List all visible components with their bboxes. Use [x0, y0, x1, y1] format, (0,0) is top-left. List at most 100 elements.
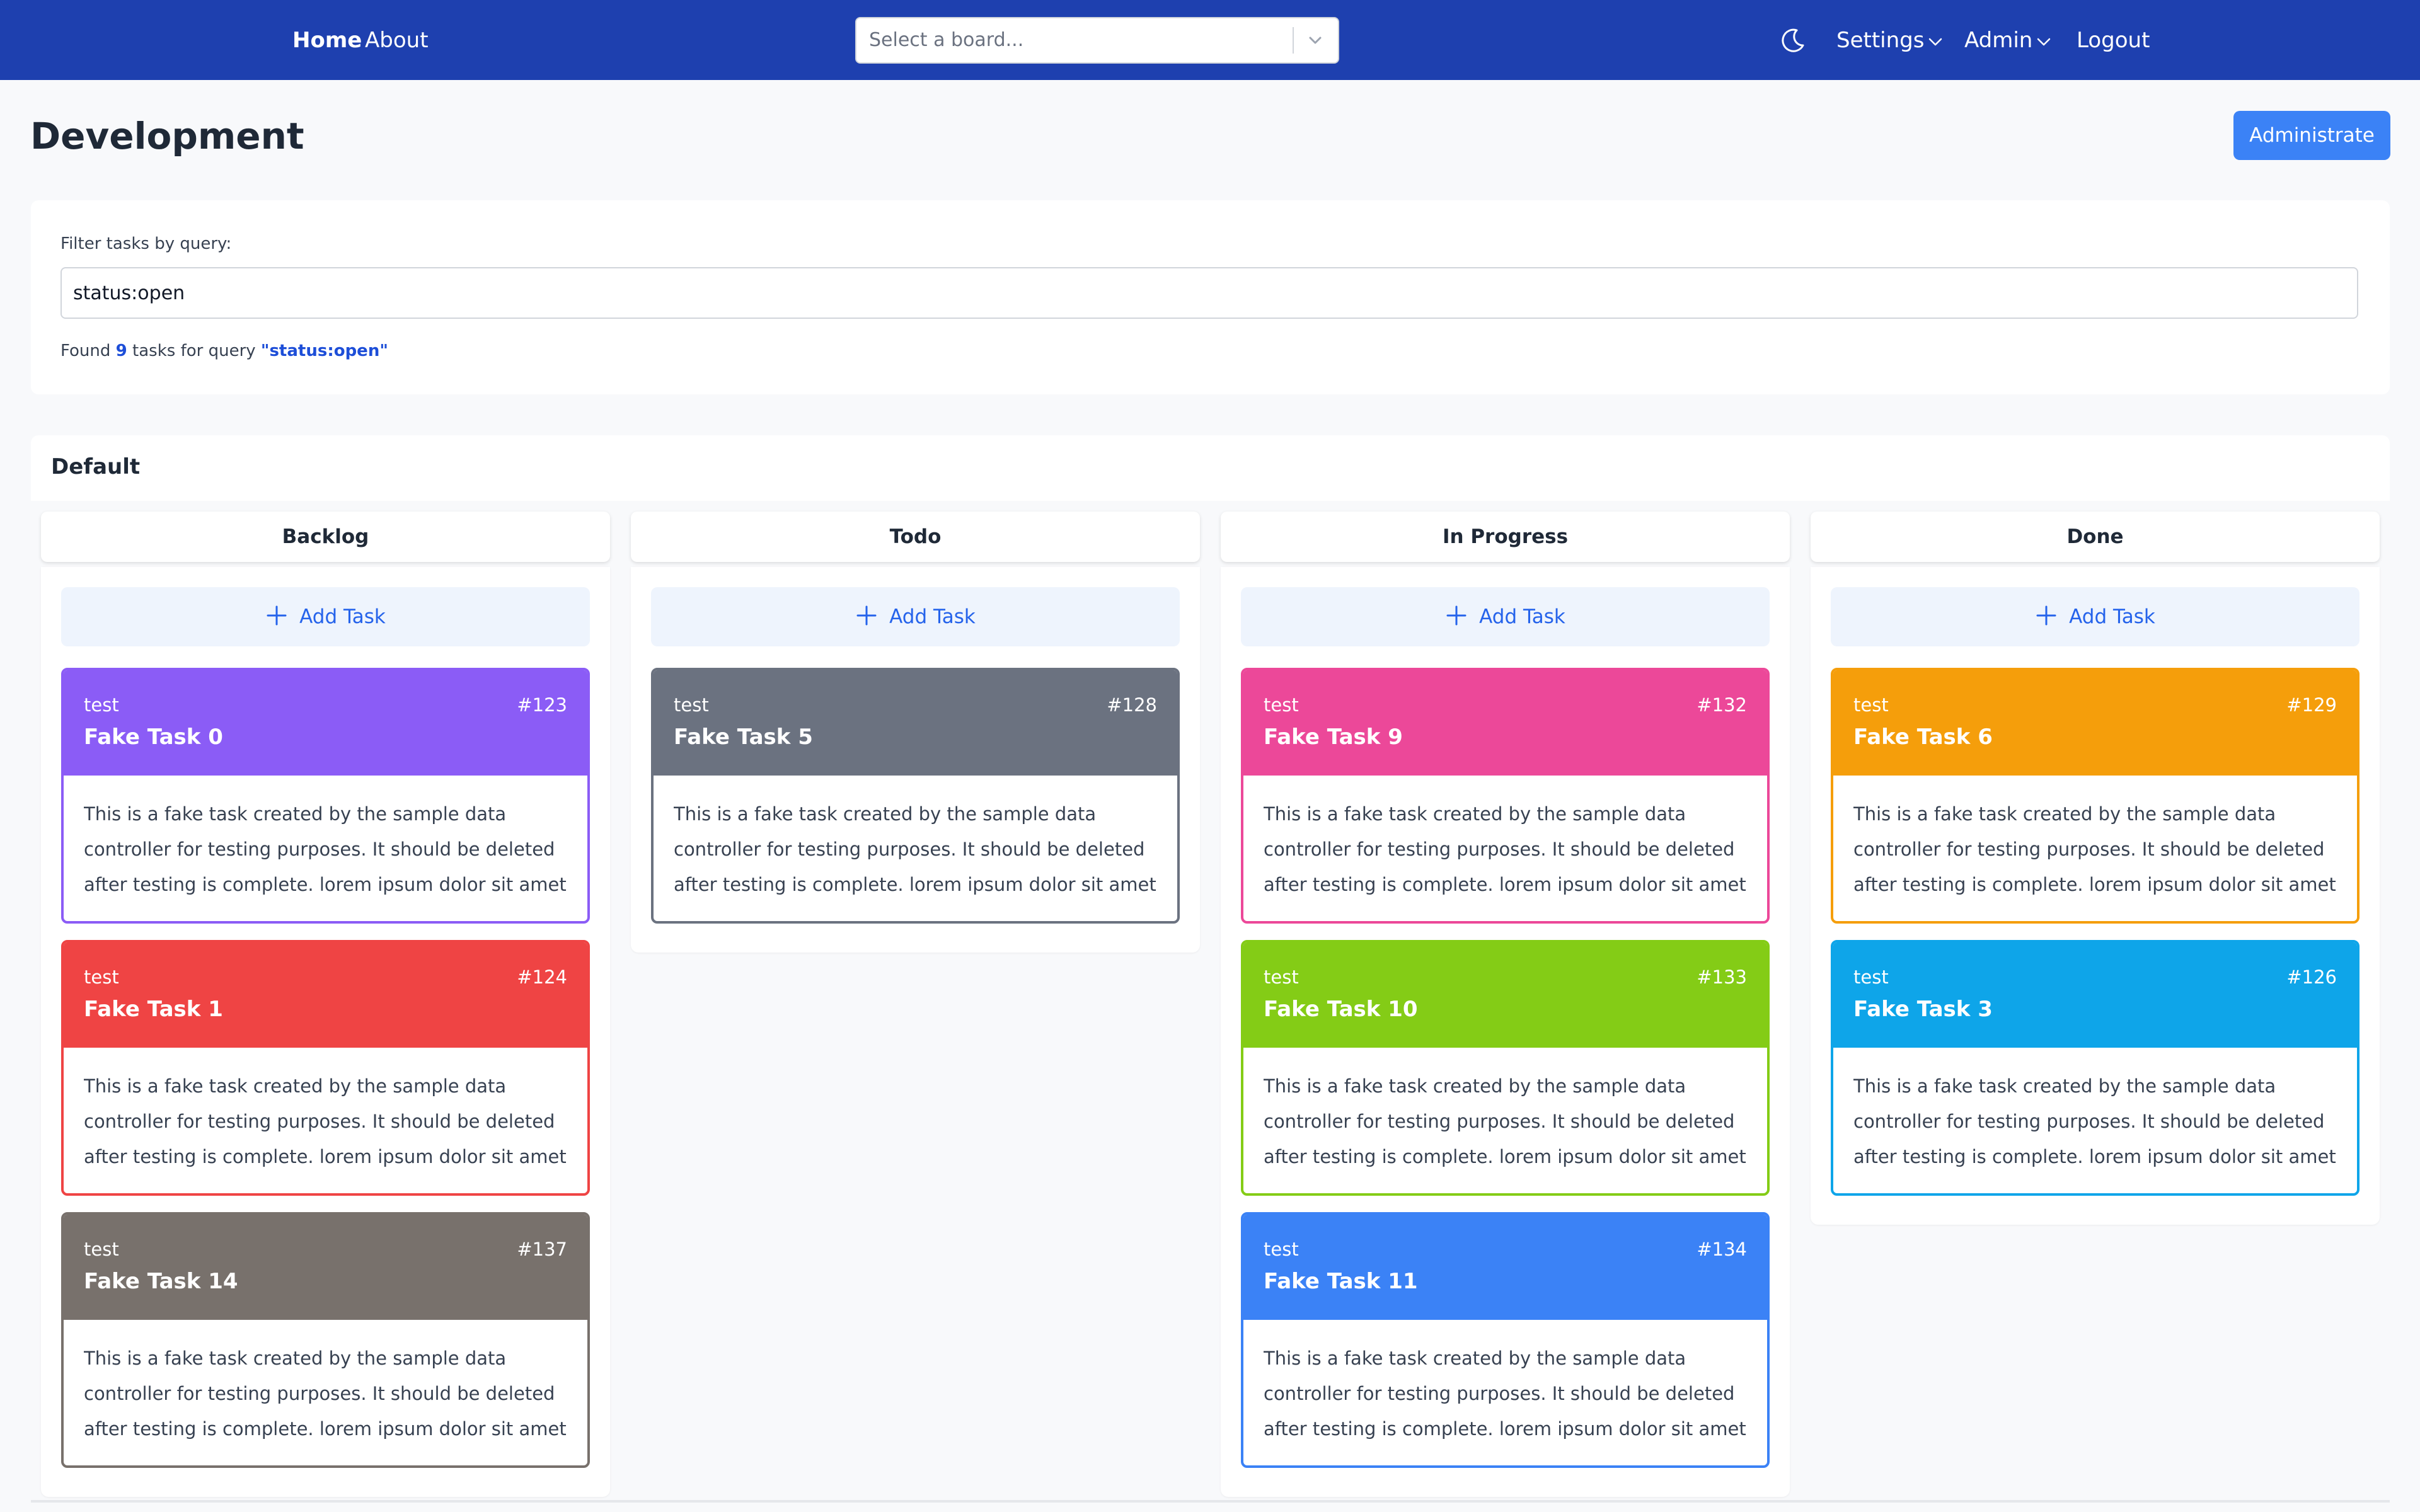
nav-logout-link[interactable]: Logout	[2077, 25, 2150, 55]
task-card-header: test #123 Fake Task 0	[64, 670, 587, 776]
task-label: test	[84, 1239, 119, 1260]
task-number: #123	[517, 694, 567, 716]
task-number: #129	[2286, 694, 2337, 716]
column-header-todo: Todo	[631, 512, 1200, 562]
plus-icon	[267, 605, 287, 626]
task-number: #137	[517, 1239, 567, 1260]
task-card-header: test #128 Fake Task 5	[654, 670, 1177, 776]
task-title: Fake Task 10	[1264, 997, 1418, 1022]
task-card[interactable]: test #133 Fake Task 10 This is a fake task …	[1241, 940, 1770, 1196]
task-card-header: test #137 Fake Task 14	[64, 1215, 587, 1320]
task-label: test	[1853, 694, 1889, 716]
task-title: Fake Task 9	[1264, 724, 1403, 750]
task-label: test	[1264, 1239, 1299, 1260]
filter-result-prefix: Found	[60, 341, 111, 360]
task-description: This is a fake task created by the sampl…	[84, 1348, 567, 1440]
task-card-header: test #134 Fake Task 11	[1243, 1215, 1767, 1320]
task-description: This is a fake task created by the sampl…	[1264, 803, 1746, 895]
plus-icon	[1446, 605, 1466, 626]
task-card-header: test #132 Fake Task 9	[1243, 670, 1767, 776]
administrate-button[interactable]: Administrate	[2233, 111, 2390, 160]
nav-about-link[interactable]: About	[365, 25, 429, 55]
task-number: #132	[1697, 694, 1747, 716]
nav-settings-label: Settings	[1836, 28, 1925, 53]
column-todo: Add Task test #128 Fake Task 5 This is a fak…	[631, 567, 1200, 953]
task-title: Fake Task 11	[1264, 1269, 1418, 1294]
page-title: Development	[30, 115, 304, 158]
column-header-backlog: Backlog	[41, 512, 610, 562]
task-label: test	[84, 966, 119, 988]
task-card[interactable]: test #129 Fake Task 6 This is a fake task c…	[1831, 668, 2360, 924]
task-card-header: test #124 Fake Task 1	[64, 942, 587, 1048]
nav-admin-dropdown[interactable]: Admin	[1964, 25, 2053, 55]
board-select[interactable]: Select a board...	[855, 17, 1339, 64]
task-card[interactable]: test #134 Fake Task 11 This is a fake task …	[1241, 1212, 1770, 1468]
task-title: Fake Task 0	[84, 724, 223, 750]
task-description: This is a fake task created by the sampl…	[1853, 1075, 2336, 1167]
task-card-header: test #133 Fake Task 10	[1243, 942, 1767, 1048]
filter-result-count: 9	[115, 341, 127, 360]
task-number: #126	[2286, 966, 2337, 988]
task-card[interactable]: test #128 Fake Task 5 This is a fake task c…	[651, 668, 1180, 924]
add-task-button[interactable]: Add Task	[651, 587, 1180, 646]
chevron-down-icon	[2037, 38, 2051, 45]
task-card[interactable]: test #124 Fake Task 1 This is a fake task c…	[61, 940, 590, 1196]
task-card-header: test #126 Fake Task 3	[1833, 942, 2357, 1048]
task-label: test	[1853, 966, 1889, 988]
nav-settings-dropdown[interactable]: Settings	[1836, 25, 1944, 55]
task-title: Fake Task 3	[1853, 997, 1993, 1022]
column-header-in-progress: In Progress	[1221, 512, 1790, 562]
chevron-down-icon[interactable]	[1303, 27, 1328, 54]
task-title: Fake Task 6	[1853, 724, 1993, 750]
task-number: #124	[517, 966, 567, 988]
task-card[interactable]: test #137 Fake Task 14 This is a fake task …	[61, 1212, 590, 1468]
column-backlog: Add Task test #123 Fake Task 0 This is a fak…	[41, 567, 610, 1497]
filter-result-text: Found 9 tasks for query "status:open"	[60, 341, 388, 360]
board-select-placeholder: Select a board...	[869, 29, 1024, 51]
task-label: test	[1264, 966, 1299, 988]
board-select-separator	[1293, 27, 1294, 54]
task-description: This is a fake task created by the sampl…	[84, 803, 567, 895]
chevron-down-icon	[1929, 38, 1942, 45]
task-number: #128	[1107, 694, 1157, 716]
task-description: This is a fake task created by the sampl…	[1264, 1075, 1746, 1167]
task-title: Fake Task 5	[674, 724, 813, 750]
filter-query-input[interactable]	[60, 267, 2358, 319]
task-label: test	[84, 694, 119, 716]
column-done: Add Task test #129 Fake Task 6 This is a fak…	[1811, 567, 2380, 1225]
board-divider	[31, 1500, 2390, 1503]
add-task-label: Add Task	[889, 605, 976, 628]
filter-result-query: "status:open"	[260, 341, 388, 360]
task-card-header: test #129 Fake Task 6	[1833, 670, 2357, 776]
board-name: Default	[51, 454, 141, 479]
add-task-label: Add Task	[1479, 605, 1565, 628]
task-title: Fake Task 1	[84, 997, 223, 1022]
task-number: #134	[1697, 1239, 1747, 1260]
add-task-label: Add Task	[299, 605, 386, 628]
filter-panel: Filter tasks by query: Found 9 tasks for…	[31, 200, 2390, 394]
task-card[interactable]: test #123 Fake Task 0 This is a fake task c…	[61, 668, 590, 924]
task-label: test	[1264, 694, 1299, 716]
column-header-done: Done	[1811, 512, 2380, 562]
add-task-button[interactable]: Add Task	[1831, 587, 2360, 646]
task-card[interactable]: test #132 Fake Task 9 This is a fake task c…	[1241, 668, 1770, 924]
task-description: This is a fake task created by the sampl…	[674, 803, 1156, 895]
top-navbar: Home About Select a board... Settings Ad…	[0, 0, 2420, 80]
add-task-button[interactable]: Add Task	[1241, 587, 1770, 646]
task-description: This is a fake task created by the sampl…	[1853, 803, 2336, 895]
task-description: This is a fake task created by the sampl…	[1264, 1348, 1746, 1440]
task-title: Fake Task 14	[84, 1269, 238, 1294]
plus-icon	[856, 605, 877, 626]
add-task-button[interactable]: Add Task	[61, 587, 590, 646]
task-number: #133	[1697, 966, 1747, 988]
column-in-progress: Add Task test #132 Fake Task 9 This is a fak…	[1221, 567, 1790, 1497]
task-card[interactable]: test #126 Fake Task 3 This is a fake task c…	[1831, 940, 2360, 1196]
filter-result-middle: tasks for query	[132, 341, 256, 360]
nav-admin-label: Admin	[1964, 28, 2033, 53]
task-label: test	[674, 694, 709, 716]
moon-icon[interactable]	[1778, 26, 1807, 55]
filter-label: Filter tasks by query:	[60, 234, 232, 253]
task-description: This is a fake task created by the sampl…	[84, 1075, 567, 1167]
nav-home-link[interactable]: Home	[292, 25, 362, 55]
plus-icon	[2036, 605, 2056, 626]
